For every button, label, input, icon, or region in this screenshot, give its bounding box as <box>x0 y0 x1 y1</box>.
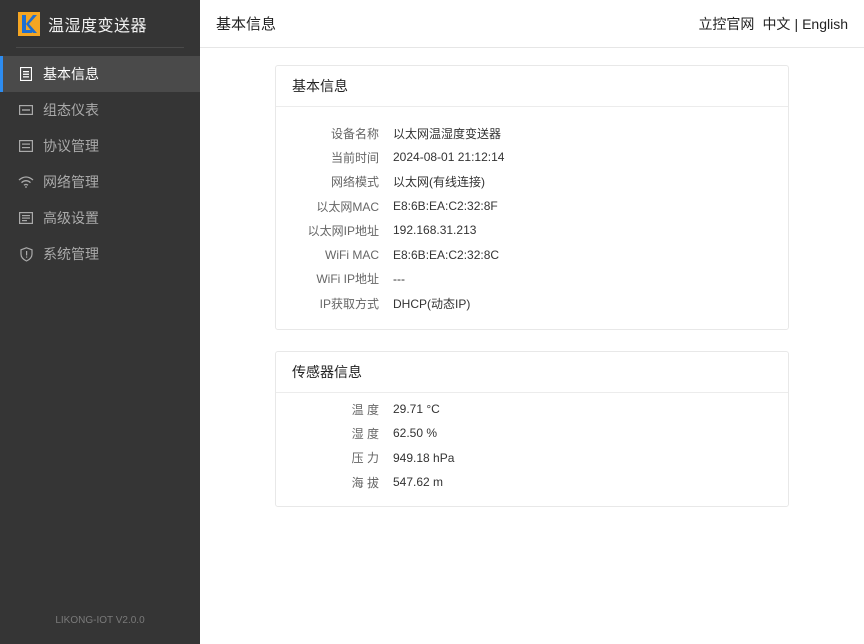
basic-info-list: 设备名称 以太网温湿度变送器 当前时间 2024-08-01 21:12:14 … <box>276 107 788 315</box>
sensor-info-card: 传感器信息 温 度 29.71 °C 湿 度 62.50 % 压 力 949.1… <box>275 351 789 507</box>
card-title: 基本信息 <box>276 66 788 107</box>
info-value: DHCP(动态IP) <box>393 296 471 311</box>
info-label: WiFi IP地址 <box>316 272 379 287</box>
info-row-current-time: 当前时间 2024-08-01 21:12:14 <box>276 145 788 169</box>
lang-separator: | <box>794 15 799 32</box>
info-value: 以太网温湿度变送器 <box>393 126 502 141</box>
info-row-device-name: 设备名称 以太网温湿度变送器 <box>276 121 788 145</box>
sidebar-item-label: 系统管理 <box>43 246 99 262</box>
info-value: E8:6B:EA:C2:32:8C <box>393 247 500 262</box>
sidebar-item-basic-info[interactable]: 基本信息 <box>0 56 200 92</box>
sensor-label: 压 力 <box>351 451 379 466</box>
info-label: IP获取方式 <box>319 296 379 311</box>
brand: 温湿度变送器 <box>16 0 184 48</box>
sidebar-item-advanced[interactable]: 高级设置 <box>0 200 200 236</box>
info-row-network-mode: 网络模式 以太网(有线连接) <box>276 170 788 194</box>
official-site-link[interactable]: 立控官网 <box>698 14 754 34</box>
settings-list-icon <box>18 210 34 226</box>
sidebar-item-network[interactable]: 网络管理 <box>0 164 200 200</box>
sensor-row-humidity: 湿 度 62.50 % <box>276 421 788 445</box>
info-value: 192.168.31.213 <box>393 223 477 238</box>
brand-title: 温湿度变送器 <box>48 17 148 35</box>
info-row-ethernet-mac: 以太网MAC E8:6B:EA:C2:32:8F <box>276 194 788 218</box>
sidebar-menu: 基本信息 组态仪表 协议管理 网络管理 高级设置 系统管理 <box>0 56 200 272</box>
sensor-label: 湿 度 <box>351 426 379 441</box>
list-icon <box>18 138 34 154</box>
sensor-label: 海 拔 <box>351 475 379 490</box>
sensor-info-list: 温 度 29.71 °C 湿 度 62.50 % 压 力 949.18 hPa … <box>276 393 788 494</box>
lang-en-link[interactable]: English <box>802 16 848 32</box>
sensor-row-altitude: 海 拔 547.62 m <box>276 470 788 494</box>
sidebar-item-label: 基本信息 <box>43 66 99 82</box>
info-label: 网络模式 <box>330 175 379 190</box>
info-label: 以太网MAC <box>316 199 379 214</box>
info-label: 设备名称 <box>330 126 379 141</box>
info-row-wifi-ip: WiFi IP地址 --- <box>276 267 788 291</box>
top-header: 基本信息 立控官网 中文 | English <box>200 0 864 48</box>
document-icon <box>18 66 34 82</box>
sidebar-item-label: 网络管理 <box>43 174 99 190</box>
header-links: 立控官网 中文 | English <box>698 14 848 34</box>
basic-info-card: 基本信息 设备名称 以太网温湿度变送器 当前时间 2024-08-01 21:1… <box>275 65 789 330</box>
likong-logo-icon <box>18 11 40 36</box>
card-icon <box>18 102 34 118</box>
info-row-ethernet-ip: 以太网IP地址 192.168.31.213 <box>276 218 788 242</box>
sidebar-item-gauge[interactable]: 组态仪表 <box>0 92 200 128</box>
sidebar-item-label: 组态仪表 <box>43 102 99 118</box>
card-title: 传感器信息 <box>276 352 788 393</box>
shield-icon <box>18 246 34 262</box>
sensor-label: 温 度 <box>351 402 379 417</box>
info-label: 以太网IP地址 <box>307 223 379 238</box>
sensor-value: 547.62 m <box>393 475 444 490</box>
sensor-value: 949.18 hPa <box>393 450 455 465</box>
sensor-row-temperature: 温 度 29.71 °C <box>276 397 788 421</box>
info-row-wifi-mac: WiFi MAC E8:6B:EA:C2:32:8C <box>276 242 788 266</box>
info-value: E8:6B:EA:C2:32:8F <box>393 199 498 214</box>
info-label: WiFi MAC <box>325 247 379 262</box>
sensor-value: 29.71 °C <box>393 402 440 417</box>
info-value: 2024-08-01 21:12:14 <box>393 150 505 165</box>
version-label: LIKONG-IOT V2.0.0 <box>55 615 145 626</box>
main-content: 基本信息 设备名称 以太网温湿度变送器 当前时间 2024-08-01 21:1… <box>200 49 864 644</box>
sidebar: 温湿度变送器 基本信息 组态仪表 协议管理 网络管理 高级设置 系统管理 LIK… <box>0 0 200 644</box>
sidebar-item-system[interactable]: 系统管理 <box>0 236 200 272</box>
sidebar-item-protocol[interactable]: 协议管理 <box>0 128 200 164</box>
info-value: 以太网(有线连接) <box>393 175 485 190</box>
page-title: 基本信息 <box>216 16 277 33</box>
wifi-icon <box>18 174 34 190</box>
lang-zh-link[interactable]: 中文 <box>762 14 790 34</box>
sensor-value: 62.50 % <box>393 426 438 441</box>
info-row-ip-method: IP获取方式 DHCP(动态IP) <box>276 291 788 315</box>
sidebar-item-label: 协议管理 <box>43 138 99 154</box>
info-value: --- <box>393 271 405 286</box>
info-label: 当前时间 <box>330 150 379 165</box>
sensor-row-pressure: 压 力 949.18 hPa <box>276 446 788 470</box>
sidebar-item-label: 高级设置 <box>43 210 99 226</box>
